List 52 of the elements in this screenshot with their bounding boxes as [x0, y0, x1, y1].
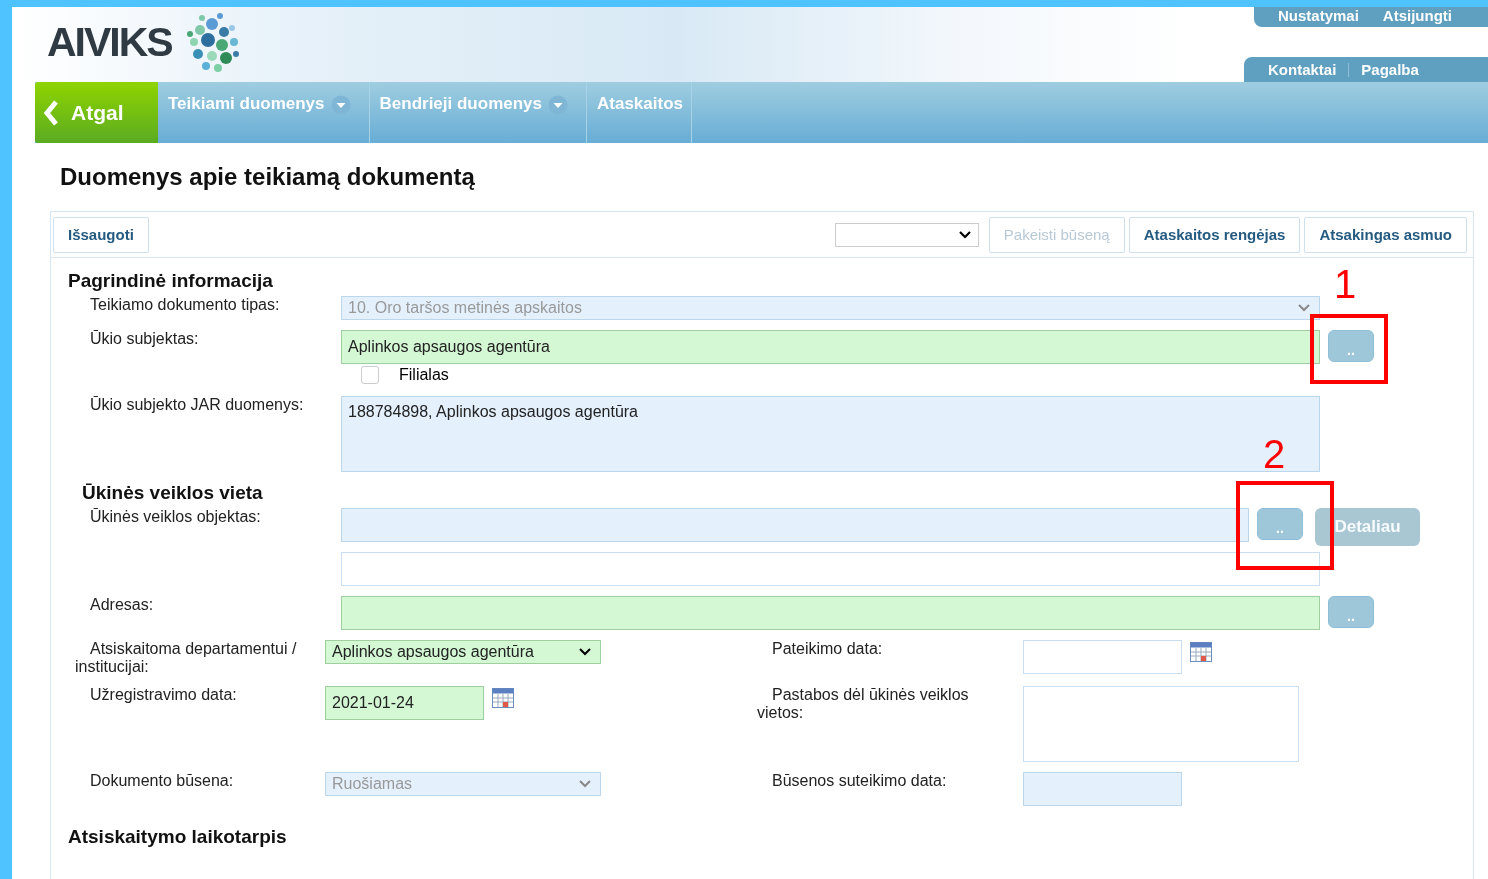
- nav-menu-item[interactable]: Ataskaitos: [587, 82, 692, 143]
- section-title: Pagrindinė informacija: [68, 270, 273, 292]
- browse-button[interactable]: ..: [1257, 508, 1303, 540]
- calendar-icon[interactable]: [1190, 640, 1212, 662]
- input-field[interactable]: [341, 552, 1320, 586]
- field-label: Pastabos dėl ūkinės veiklos vietos:: [757, 686, 970, 723]
- toolbar-button[interactable]: Ataskaitos rengėjas: [1128, 216, 1301, 253]
- header-link[interactable]: Atsijungti: [1370, 7, 1464, 24]
- field-label: Ūkio subjekto JAR duomenys:: [89, 396, 305, 415]
- toolbar-button[interactable]: Atsakingas asmuo: [1304, 216, 1467, 253]
- input-field[interactable]: [341, 596, 1320, 630]
- field-label: Užregistravimo data:: [89, 686, 238, 705]
- field-label: Pateikimo data:: [771, 640, 884, 659]
- input-field[interactable]: Aplinkos apsaugos agentūra: [341, 330, 1320, 364]
- chevron-left-icon: [43, 99, 59, 126]
- field-label: Ūkinės veiklos objektas:: [89, 508, 262, 527]
- text-area[interactable]: [1023, 686, 1299, 762]
- status-select[interactable]: [834, 222, 979, 247]
- dropdown-caret-icon: [330, 95, 351, 115]
- field-label: Adresas:: [89, 596, 155, 615]
- checkbox-label: Filialas: [399, 366, 449, 384]
- logo-text: AIVIKS: [47, 18, 172, 66]
- date-field[interactable]: [1023, 640, 1182, 674]
- input-field[interactable]: [341, 508, 1249, 542]
- calendar-icon[interactable]: [492, 686, 514, 708]
- field-label: Atsiskaitoma departamentui / institucijai:: [74, 640, 298, 676]
- browse-button[interactable]: ..: [1328, 330, 1374, 362]
- field-label: Ūkio subjektas:: [89, 330, 200, 349]
- date-field[interactable]: 2021-01-24: [325, 686, 484, 720]
- dropdown-caret-icon: [548, 95, 568, 115]
- field-label: Būsenos suteikimo data:: [771, 772, 948, 791]
- chevron-down-icon: [578, 647, 592, 657]
- chevron-down-icon: [578, 779, 592, 789]
- browse-button[interactable]: ..: [1328, 596, 1374, 628]
- checkbox[interactable]: [361, 366, 379, 384]
- header-link[interactable]: Pagalba: [1349, 61, 1431, 78]
- chevron-down-icon: [957, 229, 972, 240]
- chevron-down-icon: [1297, 303, 1311, 313]
- select-field[interactable]: Aplinkos apsaugos agentūra: [325, 640, 601, 664]
- annotation-number: 1: [1334, 262, 1357, 306]
- field-label: Teikiamo dokumento tipas:: [89, 296, 281, 315]
- back-button[interactable]: Atgal: [35, 82, 158, 143]
- nav-menu-item[interactable]: Bendrieji duomenys: [369, 82, 587, 143]
- section-title: Atsiskaitymo laikotarpis: [68, 826, 287, 848]
- nav-menu-item[interactable]: Teikiami duomenys: [158, 82, 370, 143]
- input-field[interactable]: [1023, 772, 1182, 806]
- header-link[interactable]: Kontaktai: [1256, 61, 1349, 78]
- page-title: Duomenys apie teikiamą dokumentą: [60, 163, 476, 192]
- header-link[interactable]: Nustatymai: [1266, 7, 1371, 24]
- field-label: Dokumento būsena:: [89, 772, 235, 791]
- save-button[interactable]: Išsaugoti: [53, 216, 149, 253]
- section-title: Ūkinės veiklos vieta: [82, 482, 263, 504]
